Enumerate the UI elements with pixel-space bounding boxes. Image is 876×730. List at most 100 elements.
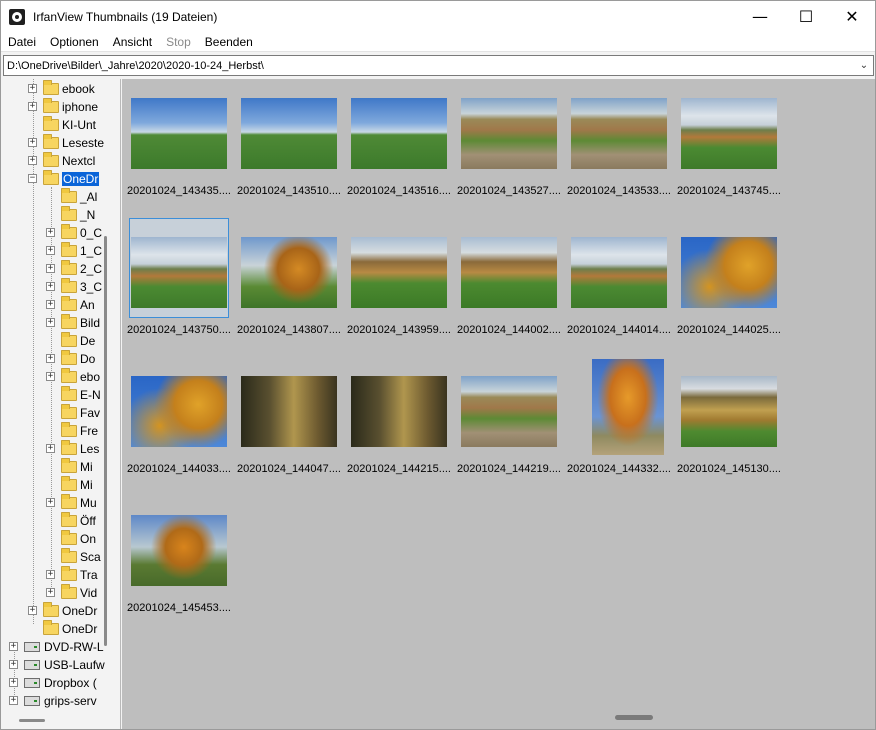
menu-optionen[interactable]: Optionen <box>43 35 106 49</box>
expand-icon[interactable]: + <box>46 588 55 597</box>
tree-drive-item[interactable]: + USB-Laufw <box>9 656 105 674</box>
tree-folder-item[interactable]: + ebo <box>46 368 100 386</box>
thumbnail-item[interactable]: 20201024_143435.... <box>127 79 231 209</box>
expand-icon[interactable]: + <box>28 102 37 111</box>
tree-folder-item[interactable]: Mi <box>61 458 93 476</box>
tree-folder-item[interactable]: + Leseste <box>28 134 104 152</box>
thumbnail-item[interactable]: 20201024_145453.... <box>127 496 231 626</box>
expand-icon[interactable]: + <box>46 354 55 363</box>
tree-folder-item[interactable]: − OneDr <box>28 170 100 188</box>
tree-folder-item[interactable]: Sca <box>61 548 101 566</box>
close-button[interactable]: ✕ <box>829 1 875 32</box>
thumbnail-item[interactable]: 20201024_143750.... <box>127 218 231 348</box>
tree-folder-item[interactable]: + Bild <box>46 314 100 332</box>
tree-folder-item[interactable]: +3_C <box>46 278 102 296</box>
expand-icon[interactable]: + <box>9 678 18 687</box>
path-combobox[interactable]: D:\OneDrive\Bilder\_Jahre\2020\2020-10-2… <box>3 55 874 76</box>
thumbnail-item[interactable]: 20201024_143510.... <box>237 79 341 209</box>
thumbnail-item[interactable]: 20201024_144025.... <box>677 218 781 348</box>
tree-folder-item[interactable]: + Do <box>46 350 95 368</box>
folder-tree[interactable]: + ebook + iphone KI-Unt + Leseste + Nextcl − OneDr… <box>3 79 112 715</box>
chevron-down-icon[interactable]: ⌄ <box>855 56 873 75</box>
folder-icon <box>61 530 77 545</box>
tree-folder-item[interactable]: + Vid <box>46 584 97 602</box>
expand-icon[interactable]: + <box>46 318 55 327</box>
tree-folder-item[interactable]: + An <box>46 296 95 314</box>
minimize-button[interactable]: — <box>737 1 783 32</box>
tree-vertical-scrollbar[interactable] <box>104 236 107 646</box>
thumbnail-item[interactable]: 20201024_143745.... <box>677 79 781 209</box>
tree-folder-item[interactable]: Öff <box>61 512 96 530</box>
tree-drive-item[interactable]: + DVD-RW-L <box>9 638 104 656</box>
irfanview-app-icon[interactable] <box>9 8 25 25</box>
tree-folder-item[interactable]: _Al <box>61 188 97 206</box>
thumbnail-item[interactable]: 20201024_144014.... <box>567 218 671 348</box>
expand-icon[interactable]: + <box>46 372 55 381</box>
tree-folder-item[interactable]: + Les <box>46 440 99 458</box>
thumbnail-item[interactable]: 20201024_143527.... <box>457 79 561 209</box>
thumbnail-item[interactable]: 20201024_143959.... <box>347 218 451 348</box>
path-input[interactable]: D:\OneDrive\Bilder\_Jahre\2020\2020-10-2… <box>4 60 855 72</box>
thumbnail-image <box>681 376 777 447</box>
tree-folder-item[interactable]: On <box>61 530 96 548</box>
tree-folder-item[interactable]: +1_C <box>46 242 102 260</box>
tree-folder-item[interactable]: _N <box>61 206 95 224</box>
tree-folder-item[interactable]: + Nextcl <box>28 152 95 170</box>
tree-folder-item[interactable]: Fav <box>61 404 100 422</box>
tree-folder-item[interactable]: Mi <box>61 476 93 494</box>
thumbnail-item[interactable]: 20201024_144219.... <box>457 357 561 487</box>
folder-icon <box>61 494 77 509</box>
tree-folder-item[interactable]: KI-Unt <box>43 116 96 134</box>
expand-icon[interactable]: + <box>28 606 37 615</box>
menu-beenden[interactable]: Beenden <box>198 35 260 49</box>
thumbnail-item[interactable]: 20201024_145130.... <box>677 357 781 487</box>
folder-icon <box>61 242 77 257</box>
expand-icon[interactable]: + <box>46 282 55 291</box>
expand-icon[interactable]: + <box>46 246 55 255</box>
thumbnail-item[interactable]: 20201024_144332.... <box>567 357 671 487</box>
expand-icon[interactable]: + <box>28 156 37 165</box>
tree-folder-item[interactable]: Fre <box>61 422 98 440</box>
pane-splitter[interactable] <box>113 79 121 729</box>
title-bar[interactable]: IrfanView Thumbnails (19 Dateien) — ☐ ✕ <box>1 1 875 32</box>
expand-icon[interactable]: + <box>46 228 55 237</box>
expand-icon[interactable]: + <box>28 84 37 93</box>
expand-icon[interactable]: + <box>46 444 55 453</box>
tree-drive-item[interactable]: + Dropbox ( <box>9 674 97 692</box>
menu-datei[interactable]: Datei <box>1 35 43 49</box>
tree-folder-item[interactable]: + ebook <box>28 80 95 98</box>
tree-folder-item[interactable]: De <box>61 332 95 350</box>
thumbnail-item[interactable]: 20201024_144033.... <box>127 357 231 487</box>
thumbnail-item[interactable]: 20201024_143533.... <box>567 79 671 209</box>
tree-horizontal-scrollbar[interactable] <box>19 719 45 722</box>
thumbnail-item[interactable]: 20201024_143807.... <box>237 218 341 348</box>
tree-folder-item[interactable]: +2_C <box>46 260 102 278</box>
tree-folder-item[interactable]: + OneDr <box>28 602 97 620</box>
menu-ansicht[interactable]: Ansicht <box>106 35 159 49</box>
tree-folder-item[interactable]: + Tra <box>46 566 98 584</box>
expand-icon[interactable]: + <box>9 642 18 651</box>
tree-folder-item[interactable]: +0_C <box>46 224 102 242</box>
expand-icon[interactable]: + <box>9 660 18 669</box>
tree-folder-item[interactable]: + iphone <box>28 98 98 116</box>
expand-icon[interactable]: + <box>9 696 18 705</box>
tree-folder-item[interactable]: OneDr <box>43 620 97 638</box>
collapse-icon[interactable]: − <box>28 174 37 183</box>
thumbnail-horizontal-scrollbar[interactable] <box>615 715 653 720</box>
thumbnail-item[interactable]: 20201024_144047.... <box>237 357 341 487</box>
expand-icon[interactable]: + <box>46 264 55 273</box>
expand-icon[interactable]: + <box>46 570 55 579</box>
window-title: IrfanView Thumbnails (19 Dateien) <box>33 9 218 24</box>
tree-folder-item[interactable]: E-N <box>61 386 101 404</box>
thumbnail-image <box>241 237 337 308</box>
maximize-button[interactable]: ☐ <box>783 1 829 32</box>
expand-icon[interactable]: + <box>46 498 55 507</box>
tree-folder-item[interactable]: + Mu <box>46 494 97 512</box>
thumbnail-item[interactable]: 20201024_143516.... <box>347 79 451 209</box>
thumbnail-item[interactable]: 20201024_144215.... <box>347 357 451 487</box>
folder-icon <box>61 206 77 221</box>
tree-drive-item[interactable]: + grips-serv <box>9 692 97 710</box>
expand-icon[interactable]: + <box>28 138 37 147</box>
expand-icon[interactable]: + <box>46 300 55 309</box>
thumbnail-item[interactable]: 20201024_144002.... <box>457 218 561 348</box>
